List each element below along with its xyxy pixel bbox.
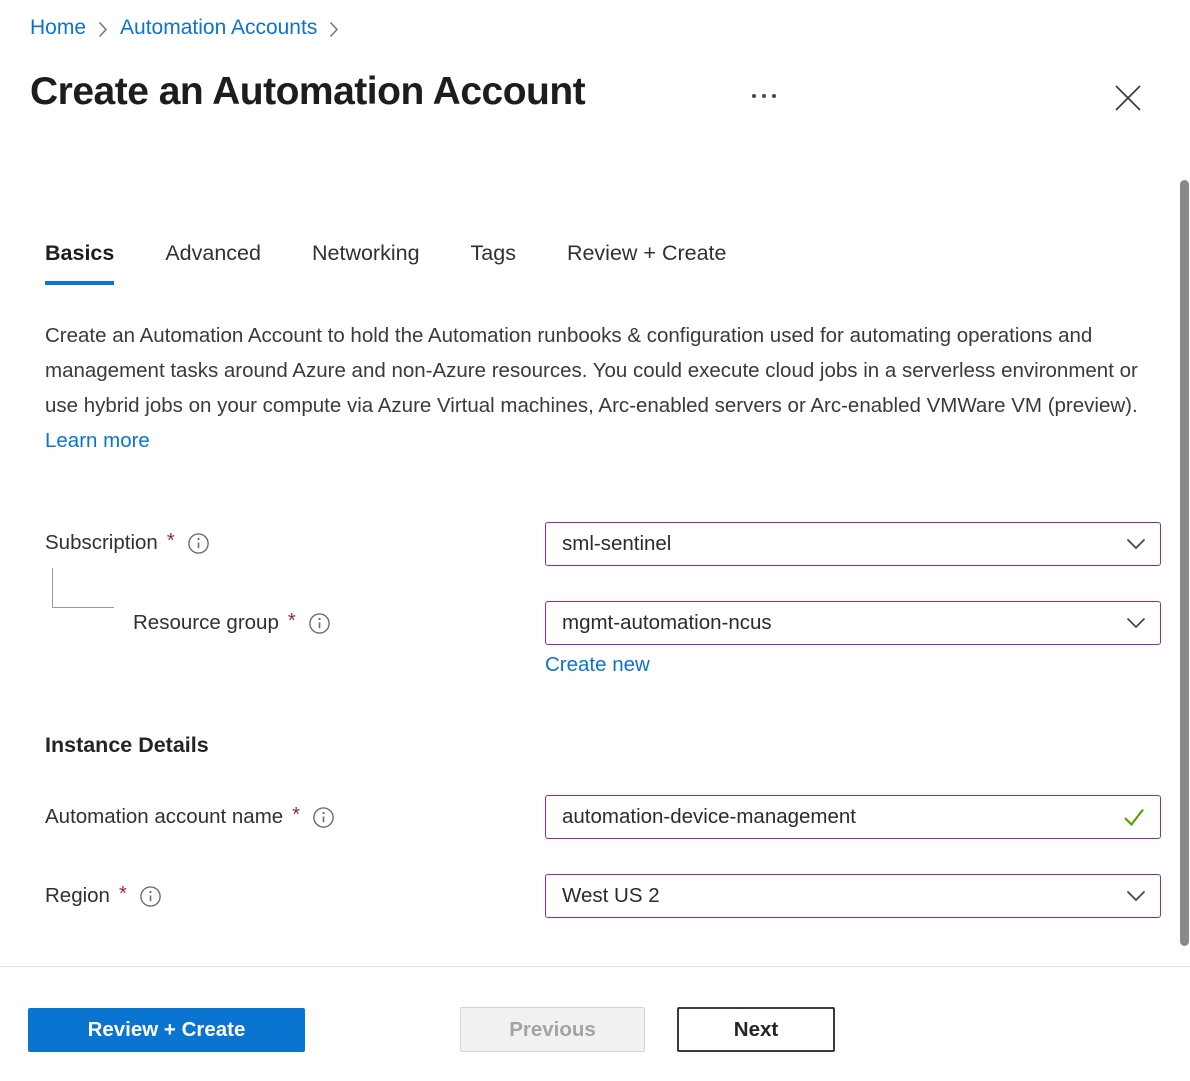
- hierarchy-connector-line: [52, 568, 114, 608]
- required-marker: *: [292, 804, 300, 827]
- ellipsis-icon: [762, 94, 766, 98]
- breadcrumb: Home Automation Accounts: [30, 16, 339, 40]
- info-icon[interactable]: [139, 885, 162, 908]
- region-label: Region: [45, 884, 110, 908]
- chevron-down-icon: [1126, 890, 1146, 902]
- chevron-right-icon: [98, 21, 108, 38]
- region-value: West US 2: [562, 884, 1118, 908]
- subscription-value: sml-sentinel: [562, 532, 1118, 556]
- close-icon: [1111, 81, 1145, 120]
- resource-group-label-row: Resource group *: [133, 611, 331, 635]
- tab-advanced[interactable]: Advanced: [165, 241, 261, 285]
- account-name-value: automation-device-management: [562, 805, 1114, 829]
- create-new-link[interactable]: Create new: [545, 653, 650, 677]
- description-text: Create an Automation Account to hold the…: [45, 324, 1138, 417]
- chevron-down-icon: [1126, 617, 1146, 629]
- vertical-scrollbar-thumb[interactable]: [1180, 180, 1189, 946]
- resource-group-label: Resource group: [133, 611, 279, 635]
- chevron-right-icon: [329, 21, 339, 38]
- region-label-row: Region *: [45, 884, 162, 908]
- ellipsis-icon: [772, 94, 776, 98]
- subscription-label: Subscription: [45, 531, 158, 555]
- info-icon[interactable]: [312, 806, 335, 829]
- checkmark-icon: [1122, 806, 1146, 828]
- tab-basics[interactable]: Basics: [45, 241, 114, 285]
- resource-group-dropdown[interactable]: mgmt-automation-ncus: [545, 601, 1161, 645]
- footer-divider: [0, 966, 1190, 967]
- breadcrumb-automation-accounts-link[interactable]: Automation Accounts: [120, 16, 317, 40]
- subscription-label-row: Subscription *: [45, 531, 210, 555]
- page-description: Create an Automation Account to hold the…: [45, 318, 1141, 458]
- info-icon[interactable]: [187, 532, 210, 555]
- tab-networking[interactable]: Networking: [312, 241, 420, 285]
- required-marker: *: [119, 883, 127, 906]
- info-icon[interactable]: [308, 612, 331, 635]
- region-dropdown[interactable]: West US 2: [545, 874, 1161, 918]
- instance-details-heading: Instance Details: [45, 733, 209, 758]
- more-options-button[interactable]: [748, 90, 780, 102]
- ellipsis-icon: [752, 94, 756, 98]
- next-button[interactable]: Next: [677, 1007, 835, 1052]
- account-name-label: Automation account name: [45, 805, 283, 829]
- page-title: Create an Automation Account: [30, 70, 585, 114]
- tab-review-create[interactable]: Review + Create: [567, 241, 727, 285]
- resource-group-value: mgmt-automation-ncus: [562, 611, 1118, 635]
- required-marker: *: [288, 610, 296, 633]
- wizard-tabs: Basics Advanced Networking Tags Review +…: [45, 241, 726, 285]
- tab-tags[interactable]: Tags: [471, 241, 516, 285]
- review-create-button[interactable]: Review + Create: [28, 1008, 305, 1052]
- previous-button[interactable]: Previous: [460, 1007, 645, 1052]
- account-name-input[interactable]: automation-device-management: [545, 795, 1161, 839]
- close-button[interactable]: [1108, 80, 1148, 120]
- subscription-dropdown[interactable]: sml-sentinel: [545, 522, 1161, 566]
- learn-more-link[interactable]: Learn more: [45, 429, 150, 452]
- required-marker: *: [167, 530, 175, 553]
- account-name-label-row: Automation account name *: [45, 805, 335, 829]
- chevron-down-icon: [1126, 538, 1146, 550]
- breadcrumb-home-link[interactable]: Home: [30, 16, 86, 40]
